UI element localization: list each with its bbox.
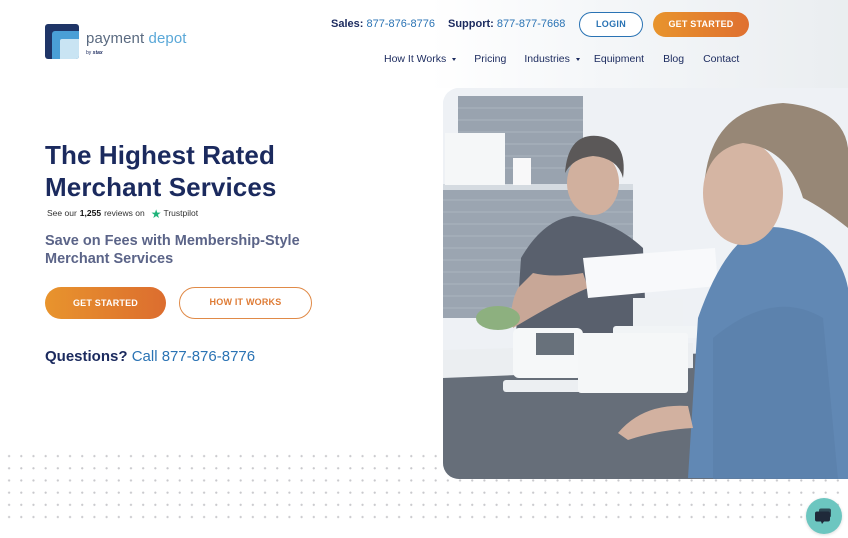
hero-subheadline: Save on Fees with Membership-Style Mercha… bbox=[45, 233, 300, 267]
nav-item-equipment[interactable]: Equipment bbox=[594, 52, 644, 66]
nav-item-pricing[interactable]: Pricing bbox=[474, 52, 506, 66]
nav-item-contact[interactable]: Contact bbox=[703, 52, 739, 66]
support-phone[interactable]: Support: 877-877-7668 bbox=[448, 17, 565, 31]
trustpilot-reviews[interactable]: See our 1,255 reviews on ★ Trustpilot bbox=[47, 206, 199, 221]
hero-get-started-button[interactable]: GET STARTED bbox=[45, 287, 166, 319]
trustpilot-star-icon: ★ bbox=[150, 206, 162, 221]
support-phone-number[interactable]: 877-877-7668 bbox=[497, 18, 566, 30]
header-get-started-button[interactable]: GET STARTED bbox=[653, 12, 749, 37]
logo[interactable]: payment depot by stax bbox=[45, 24, 187, 59]
logo-wordmark: payment depot bbox=[86, 30, 187, 47]
nav-item-industries[interactable]: Industries bbox=[524, 52, 580, 66]
header-background bbox=[430, 0, 848, 88]
chevron-down-icon bbox=[575, 58, 580, 61]
call-phone-link[interactable]: Call 877-876-8776 bbox=[132, 348, 255, 365]
chat-widget-button[interactable] bbox=[806, 498, 842, 534]
sales-phone[interactable]: Sales: 877-876-8776 bbox=[331, 17, 435, 31]
logo-mark-icon bbox=[45, 24, 79, 59]
login-button[interactable]: LOGIN bbox=[579, 12, 643, 37]
sales-phone-number[interactable]: 877-876-8776 bbox=[366, 18, 435, 30]
chevron-down-icon bbox=[452, 58, 457, 61]
hero-headline: The Highest Rated Merchant Services bbox=[45, 140, 277, 202]
main-nav: How It Works Pricing Industries Equipmen… bbox=[384, 52, 739, 66]
trustpilot-label: Trustpilot bbox=[163, 208, 199, 218]
how-it-works-button[interactable]: HOW IT WORKS bbox=[179, 287, 312, 319]
nav-item-how-it-works[interactable]: How It Works bbox=[384, 52, 457, 66]
questions-call: Questions? Call 877-876-8776 bbox=[45, 348, 256, 365]
nav-item-blog[interactable]: Blog bbox=[663, 52, 684, 66]
chat-bubbles-icon bbox=[815, 508, 831, 524]
hero-image bbox=[443, 88, 848, 479]
logo-byline: by stax bbox=[86, 50, 103, 56]
